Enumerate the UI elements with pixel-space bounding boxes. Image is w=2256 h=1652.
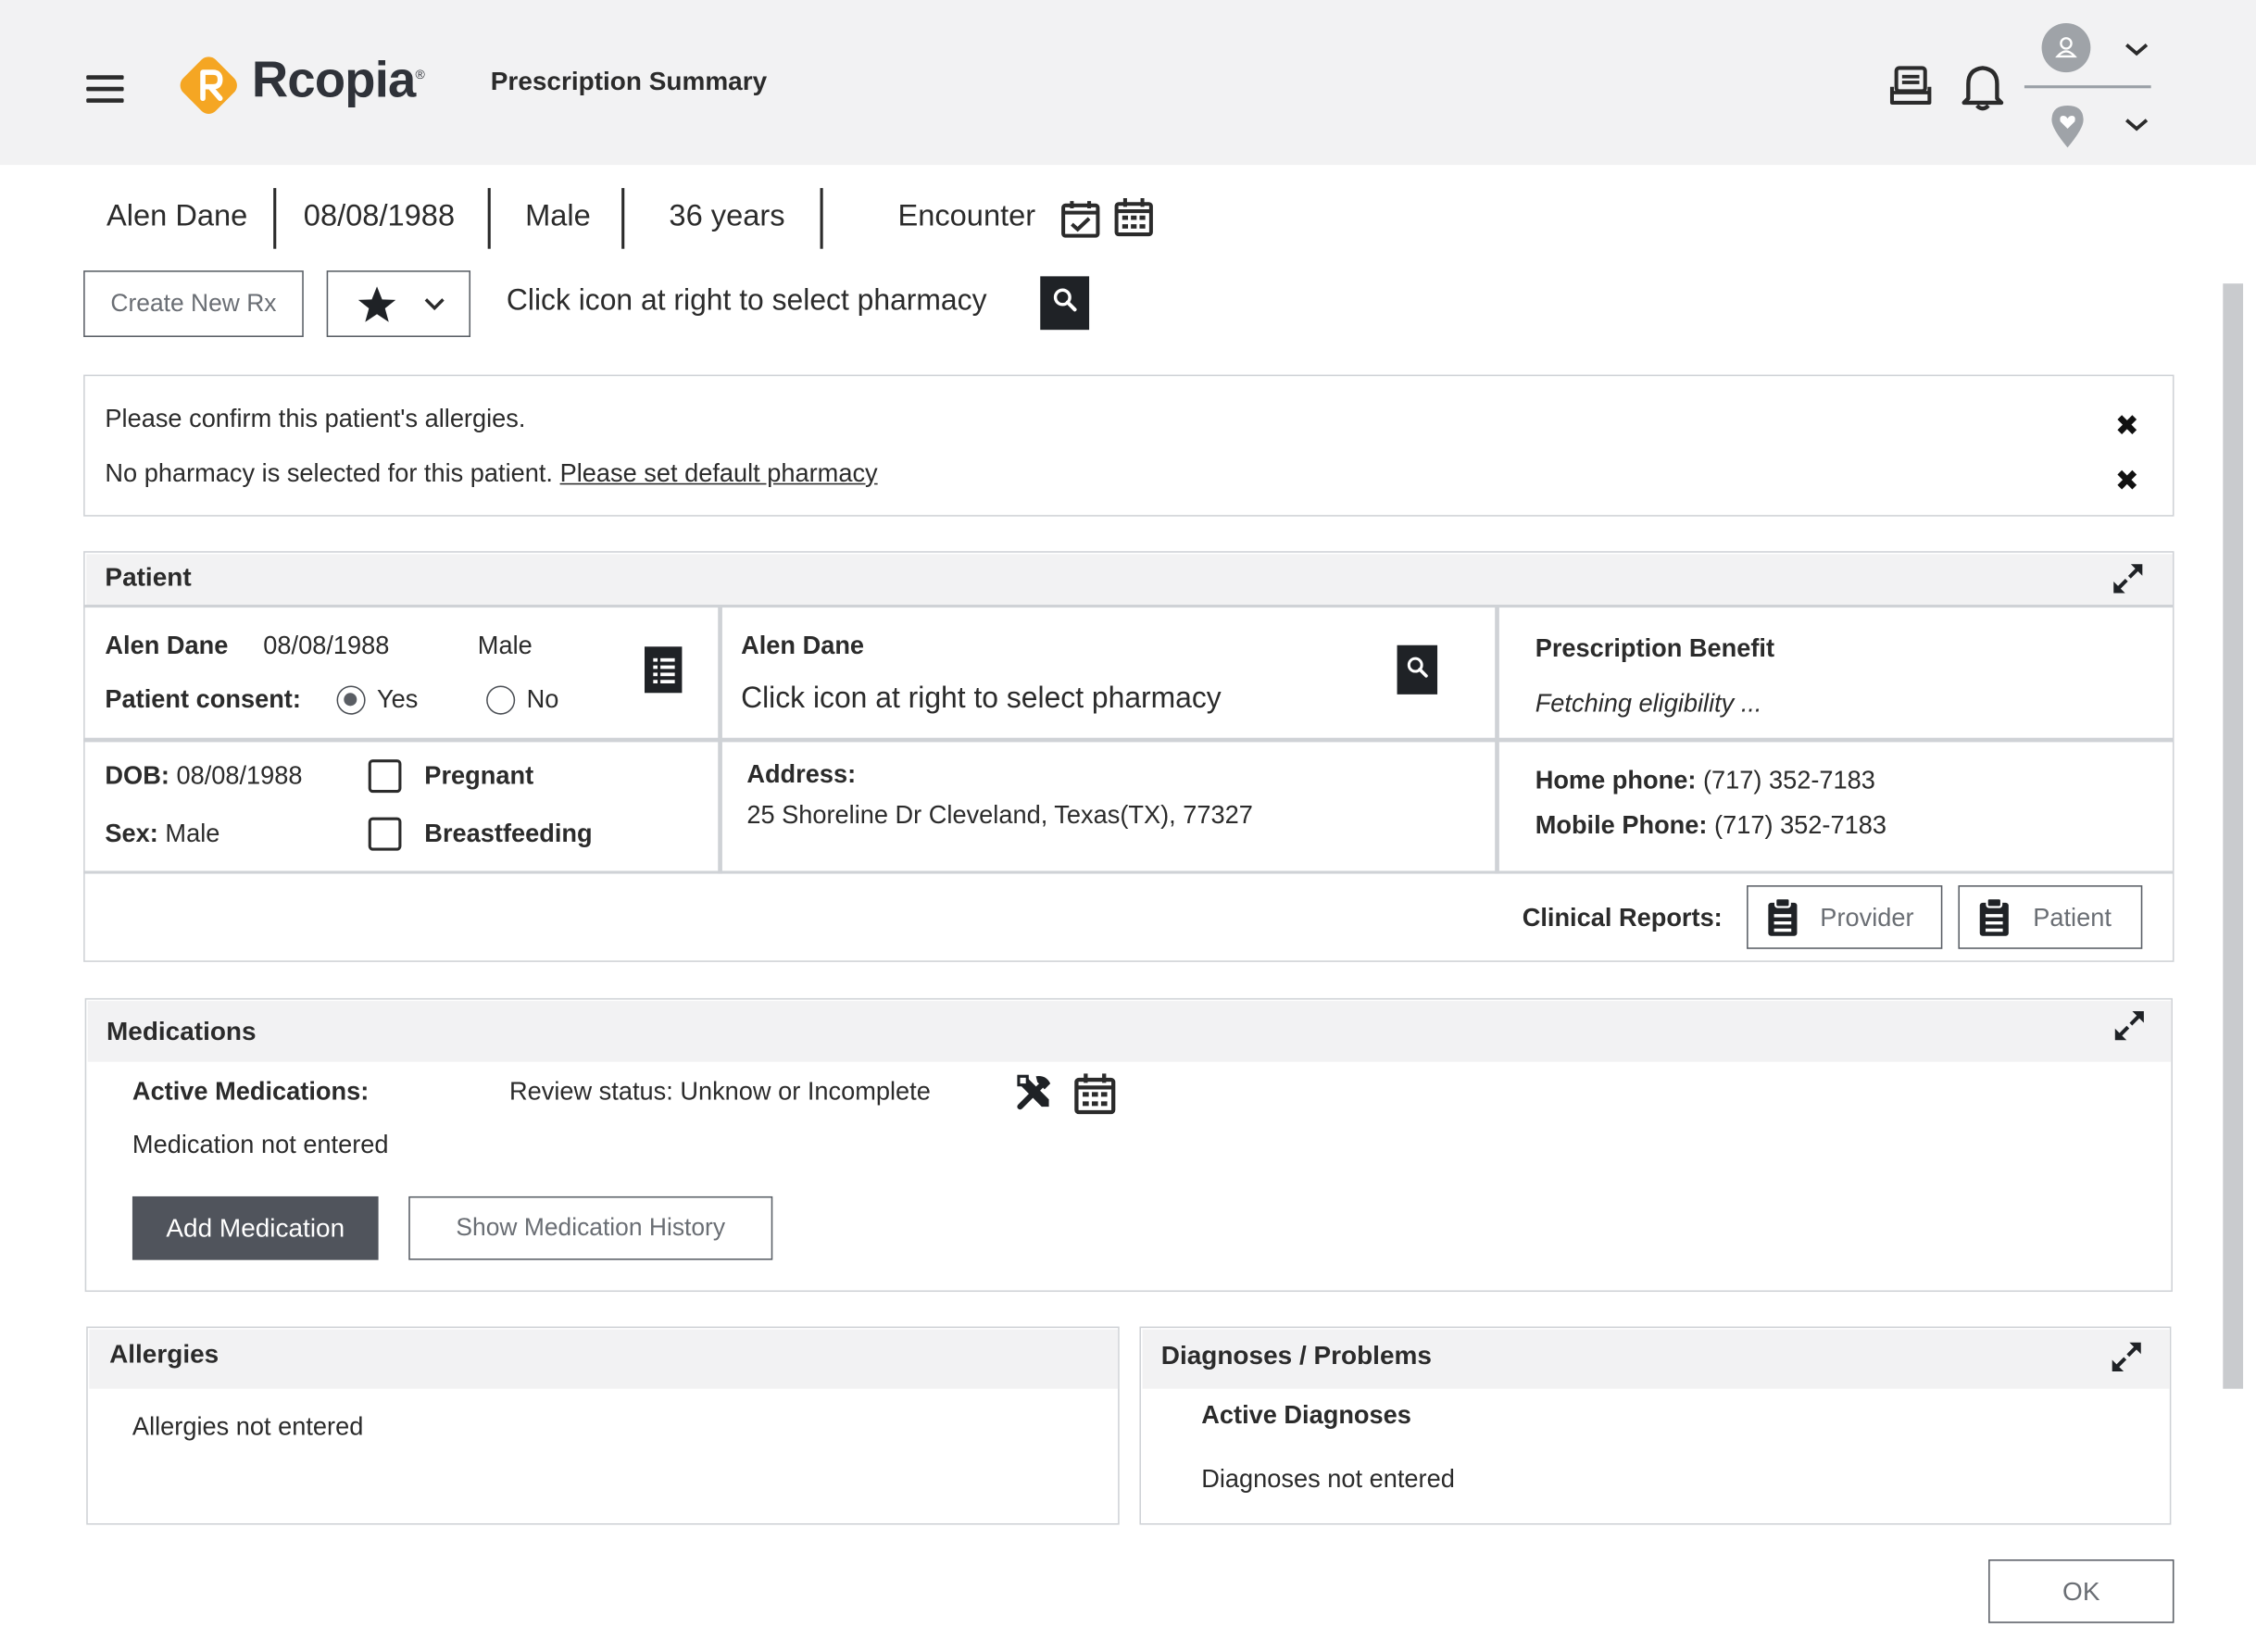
panel-pharmacy-prompt: Click icon at right to select pharmacy [741, 681, 1222, 715]
review-status: Review status: Unknow or Incomplete [508, 1076, 931, 1106]
tools-icon[interactable] [1014, 1072, 1055, 1113]
add-medication-button[interactable]: Add Medication [132, 1195, 379, 1260]
close-icon[interactable]: ✖ [2115, 463, 2139, 499]
breastfeeding-label: Breastfeeding [424, 819, 593, 848]
message-icon[interactable] [1889, 64, 1933, 110]
address-label: Address: [746, 759, 857, 789]
divider [487, 188, 491, 249]
page-title: Prescription Summary [490, 66, 768, 96]
medications-panel-header [86, 1000, 2171, 1061]
divider [83, 737, 2175, 742]
patient-panel-title: Patient [105, 562, 192, 592]
panel-pharmacy-search-button[interactable] [1397, 645, 1438, 695]
active-medications-label: Active Medications: [132, 1076, 370, 1106]
divider [621, 188, 625, 249]
diagnoses-empty: Diagnoses not entered [1201, 1463, 1455, 1494]
allergies-panel-header [88, 1328, 1118, 1388]
location-pin-icon[interactable] [2048, 101, 2088, 150]
dob-row: DOB: 08/08/1988 [105, 760, 303, 790]
mobile-phone: Mobile Phone: (717) 352-7183 [1535, 809, 1886, 840]
clipboard-icon [1977, 895, 2012, 946]
breastfeeding-checkbox[interactable] [368, 817, 402, 851]
address-value: 25 Shoreline Dr Cleveland, Texas(TX), 77… [746, 799, 1253, 830]
clipboard-icon [1765, 895, 1799, 946]
patient-panel-header [85, 553, 2173, 606]
divider [820, 188, 823, 249]
diagnoses-title: Diagnoses / Problems [1160, 1341, 1432, 1370]
expand-icon[interactable] [2110, 560, 2147, 598]
vertical-scrollbar[interactable] [2223, 283, 2244, 1389]
allergies-title: Allergies [109, 1339, 219, 1369]
calendar-icon[interactable] [1112, 195, 1156, 239]
pharmacy-alert-text: No pharmacy is selected for this patient… [105, 458, 553, 488]
benefit-status: Fetching eligibility ... [1535, 688, 1762, 718]
expand-icon[interactable] [2108, 1338, 2145, 1376]
consent-no-radio[interactable] [486, 685, 516, 715]
patient-report-label: Patient [2033, 902, 2112, 932]
list-icon[interactable] [645, 646, 683, 694]
patient-name: Alen Dane [105, 631, 229, 660]
provider-report-button[interactable]: Provider [1747, 885, 1943, 949]
strip-age: 36 years [669, 199, 785, 233]
alerts-box [83, 374, 2175, 517]
consent-yes-label: Yes [377, 683, 419, 714]
allergies-empty: Allergies not entered [132, 1411, 364, 1441]
set-default-pharmacy-link[interactable]: Please set default pharmacy [560, 458, 878, 487]
strip-dob: 08/08/1988 [303, 199, 456, 233]
consent-no-label: No [526, 683, 559, 714]
search-icon [1052, 286, 1078, 319]
home-phone: Home phone: (717) 352-7183 [1535, 765, 1875, 795]
patient-sex: Male [477, 631, 533, 660]
divider [83, 870, 2175, 874]
medications-empty: Medication not entered [132, 1130, 389, 1159]
star-icon [357, 285, 397, 332]
active-diagnoses-label: Active Diagnoses [1201, 1400, 1411, 1430]
clinical-reports-label: Clinical Reports: [1522, 902, 1723, 932]
show-medication-history-button[interactable]: Show Medication History [408, 1195, 773, 1260]
pregnant-checkbox[interactable] [368, 759, 402, 794]
provider-report-label: Provider [1820, 902, 1914, 932]
pharmacy-alert: No pharmacy is selected for this patient… [105, 458, 877, 489]
pharmacy-prompt: Click icon at right to select pharmacy [506, 283, 987, 318]
consent-label: Patient consent: [105, 683, 301, 714]
ok-button[interactable]: OK [1988, 1559, 2175, 1623]
close-icon[interactable]: ✖ [2115, 408, 2139, 444]
pharmacy-search-button[interactable] [1040, 276, 1090, 331]
header-divider [2024, 85, 2151, 89]
medications-title: Medications [106, 1017, 257, 1046]
bell-icon[interactable] [1960, 61, 2006, 113]
search-icon [1406, 655, 1429, 685]
expand-icon[interactable] [2111, 1007, 2148, 1045]
strip-sex: Male [525, 199, 591, 233]
chevron-down-icon [420, 291, 449, 324]
chevron-down-icon[interactable] [2121, 38, 2152, 61]
chevron-down-icon[interactable] [2121, 113, 2152, 136]
rcopia-logo-icon [176, 52, 237, 114]
app-name: Rcopia® [251, 52, 425, 109]
pregnant-label: Pregnant [424, 760, 534, 790]
divider [718, 604, 722, 874]
encounter-label: Encounter [897, 199, 1036, 233]
pharmacy-patient-name: Alen Dane [741, 631, 865, 660]
calendar-check-icon[interactable] [1059, 196, 1102, 240]
allergy-alert: Please confirm this patient's allergies. [105, 403, 526, 433]
divider [1495, 604, 1499, 874]
divider [273, 188, 277, 249]
patient-report-button[interactable]: Patient [1958, 885, 2143, 949]
create-new-rx-button[interactable]: Create New Rx [83, 270, 304, 337]
consent-yes-radio[interactable] [336, 685, 366, 715]
strip-patient-name: Alen Dane [106, 199, 248, 233]
calendar-icon[interactable] [1072, 1070, 1118, 1117]
user-icon[interactable] [2041, 22, 2091, 73]
favorites-dropdown[interactable] [326, 270, 471, 337]
sex-row: Sex: Male [105, 819, 220, 848]
divider [83, 604, 2175, 607]
menu-icon[interactable] [83, 72, 127, 104]
benefit-title: Prescription Benefit [1535, 633, 1775, 663]
patient-dob: 08/08/1988 [263, 631, 390, 660]
